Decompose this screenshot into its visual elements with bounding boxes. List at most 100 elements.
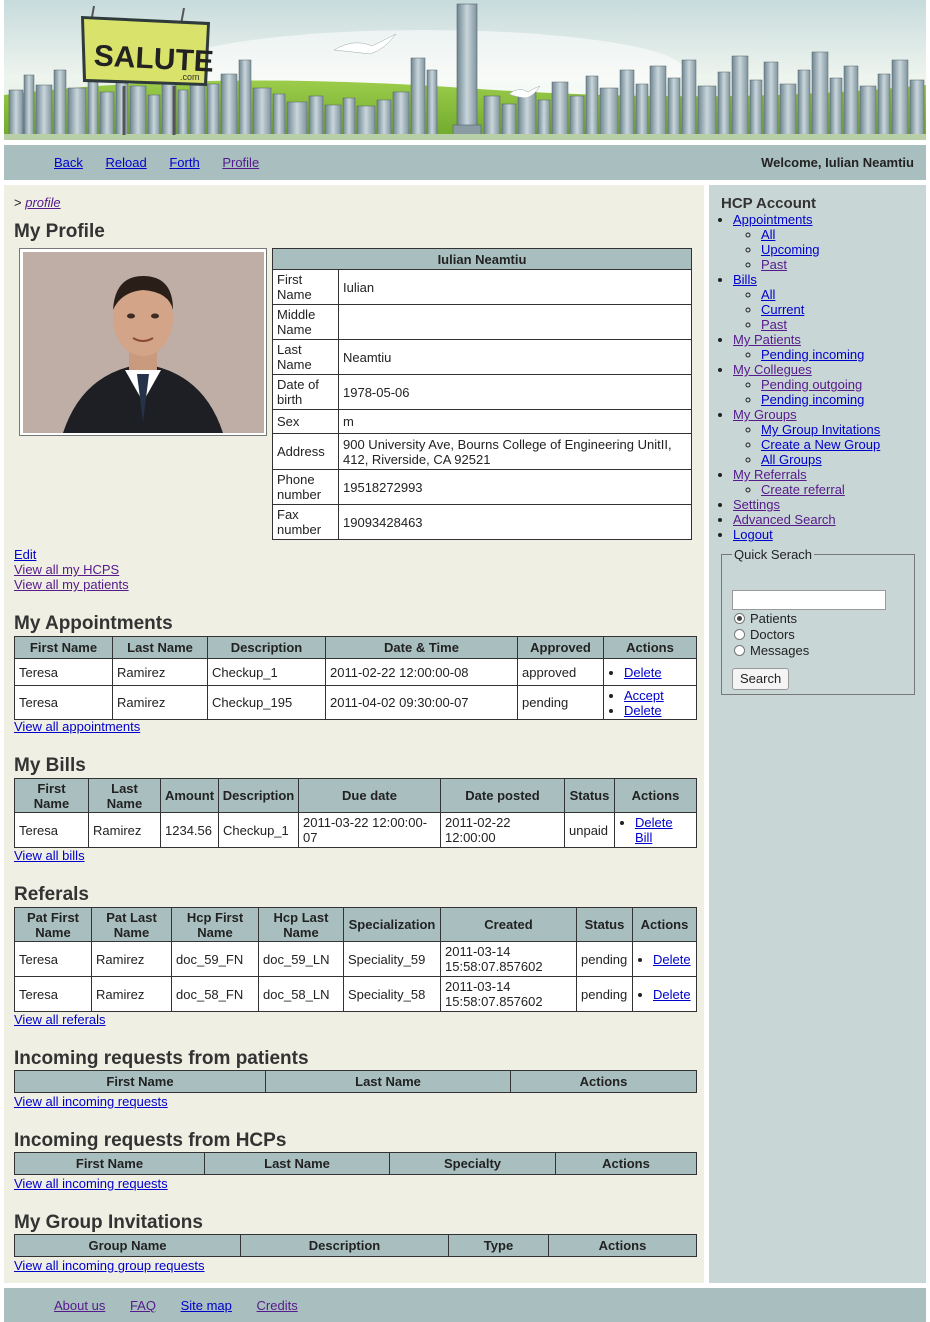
cell: Ramirez xyxy=(112,658,208,686)
cell: pending xyxy=(576,976,633,1012)
bills-link[interactable]: Bills xyxy=(733,272,757,287)
profile-link[interactable]: Profile xyxy=(222,155,259,170)
actions-cell: AcceptDelete xyxy=(603,685,697,720)
breadcrumb-separator: > xyxy=(14,195,22,210)
appointments-past-link[interactable]: Past xyxy=(761,257,787,272)
create-group-link[interactable]: Create a New Group xyxy=(761,437,880,452)
credits-link[interactable]: Credits xyxy=(257,1298,298,1313)
field-label: Last Name xyxy=(272,339,339,375)
actions-cell: Delete xyxy=(603,658,697,686)
delete-referal-link[interactable]: Delete xyxy=(653,952,691,967)
back-link[interactable]: Back xyxy=(54,155,83,170)
cell: Ramirez xyxy=(112,685,208,720)
column-header: Description xyxy=(218,778,299,813)
bills-past-link[interactable]: Past xyxy=(761,317,787,332)
cell: doc_59_FN xyxy=(171,941,259,977)
sidebar-item-my-referrals: My Referrals Create referral xyxy=(733,467,880,497)
field-label: Middle Name xyxy=(272,304,339,340)
view-all-appointments-link[interactable]: View all appointments xyxy=(14,719,140,734)
logout-link[interactable]: Logout xyxy=(733,527,773,542)
field-label: Date of birth xyxy=(272,374,339,410)
view-patients-link[interactable]: View all my patients xyxy=(14,577,129,592)
group-invitations-link[interactable]: My Group Invitations xyxy=(761,422,880,437)
view-all-referals-link[interactable]: View all referals xyxy=(14,1012,106,1027)
field-value: 19518272993 xyxy=(338,469,692,505)
patients-pending-incoming-link[interactable]: Pending incoming xyxy=(761,347,864,362)
footer-bar: About us FAQ Site map Credits xyxy=(4,1288,926,1322)
delete-appointment-link[interactable]: Delete xyxy=(624,703,662,718)
breadcrumb-profile-link[interactable]: profile xyxy=(25,195,60,210)
field-label: Sex xyxy=(272,409,339,434)
view-hcps-link[interactable]: View all my HCPS xyxy=(14,562,129,577)
profile-photo xyxy=(19,248,267,436)
about-us-link[interactable]: About us xyxy=(54,1298,105,1313)
table-row: Teresa Ramirez doc_58_FN doc_58_LN Speci… xyxy=(14,976,697,1012)
portrait-image xyxy=(23,252,264,433)
radio-icon[interactable] xyxy=(734,645,745,656)
my-patients-link[interactable]: My Patients xyxy=(733,332,801,347)
cell: 2011-03-14 15:58:07.857602 xyxy=(440,976,577,1012)
cell: approved xyxy=(517,658,604,686)
view-all-incoming-hcp-requests-link[interactable]: View all incoming requests xyxy=(14,1176,168,1191)
faq-link[interactable]: FAQ xyxy=(130,1298,156,1313)
bills-current-link[interactable]: Current xyxy=(761,302,804,317)
settings-link[interactable]: Settings xyxy=(733,497,780,512)
referals-heading: Referals xyxy=(14,884,89,905)
search-button[interactable]: Search xyxy=(732,668,790,690)
reload-link[interactable]: Reload xyxy=(106,155,147,170)
site-map-link[interactable]: Site map xyxy=(181,1298,232,1313)
forth-link[interactable]: Forth xyxy=(169,155,199,170)
edit-profile-link[interactable]: Edit xyxy=(14,547,129,562)
delete-bill-link[interactable]: Delete Bill xyxy=(635,815,673,845)
radio-doctors[interactable]: Doctors xyxy=(734,627,795,642)
incoming-hcps-table: First Name Last Name Specialty Actions xyxy=(14,1152,697,1175)
cell: Teresa xyxy=(14,941,92,977)
sidebar-item-settings: Settings xyxy=(733,497,880,512)
radio-messages[interactable]: Messages xyxy=(734,643,809,658)
appointments-upcoming-link[interactable]: Upcoming xyxy=(761,242,820,257)
cell: doc_58_LN xyxy=(258,976,344,1012)
column-header: Type xyxy=(448,1234,549,1257)
delete-appointment-link[interactable]: Delete xyxy=(624,665,662,680)
column-header: Pat First Name xyxy=(14,907,92,942)
collegues-pending-incoming-link[interactable]: Pending incoming xyxy=(761,392,864,407)
table-row: Teresa Ramirez Checkup_195 2011-04-02 09… xyxy=(14,685,697,720)
field-value: Neamtiu xyxy=(338,339,692,375)
advanced-search-link[interactable]: Advanced Search xyxy=(733,512,836,527)
create-referral-link[interactable]: Create referral xyxy=(761,482,845,497)
field-value: 19093428463 xyxy=(338,504,692,540)
radio-label: Patients xyxy=(750,611,797,626)
view-all-bills-link[interactable]: View all bills xyxy=(14,848,85,863)
radio-icon[interactable] xyxy=(734,629,745,640)
appointments-heading: My Appointments xyxy=(14,613,173,634)
column-header: Last Name xyxy=(88,778,161,813)
quick-search-input[interactable] xyxy=(732,590,886,610)
collegues-pending-outgoing-link[interactable]: Pending outgoing xyxy=(761,377,862,392)
bills-all-link[interactable]: All xyxy=(761,287,775,302)
incoming-hcps-heading: Incoming requests from HCPs xyxy=(14,1130,287,1151)
radio-selected-icon[interactable] xyxy=(734,613,745,624)
view-all-incoming-patient-requests-link[interactable]: View all incoming requests xyxy=(14,1094,168,1109)
my-referrals-link[interactable]: My Referrals xyxy=(733,467,807,482)
column-header: Created xyxy=(440,907,577,942)
my-groups-link[interactable]: My Groups xyxy=(733,407,797,422)
radio-patients[interactable]: Patients xyxy=(734,611,797,626)
column-header: Actions xyxy=(548,1234,697,1257)
my-collegues-link[interactable]: My Collegues xyxy=(733,362,812,377)
bills-footer: View all bills xyxy=(14,848,85,863)
appointments-all-link[interactable]: All xyxy=(761,227,775,242)
referals-footer: View all referals xyxy=(14,1012,106,1027)
all-groups-link[interactable]: All Groups xyxy=(761,452,822,467)
delete-referal-link[interactable]: Delete xyxy=(653,987,691,1002)
incoming-patients-footer: View all incoming requests xyxy=(14,1094,168,1109)
appointments-link[interactable]: Appointments xyxy=(733,212,813,227)
breadcrumb: > profile xyxy=(14,195,61,210)
view-all-group-requests-link[interactable]: View all incoming group requests xyxy=(14,1258,205,1273)
top-nav-links: Back Reload Forth Profile xyxy=(54,155,278,170)
incoming-patients-heading: Incoming requests from patients xyxy=(14,1048,309,1069)
quick-search-panel: Quick Serach Patients Doctors Messages S… xyxy=(721,547,915,695)
field-value: m xyxy=(338,409,692,434)
column-header: Last Name xyxy=(265,1070,511,1093)
accept-appointment-link[interactable]: Accept xyxy=(624,688,664,703)
cell: Teresa xyxy=(14,658,113,686)
